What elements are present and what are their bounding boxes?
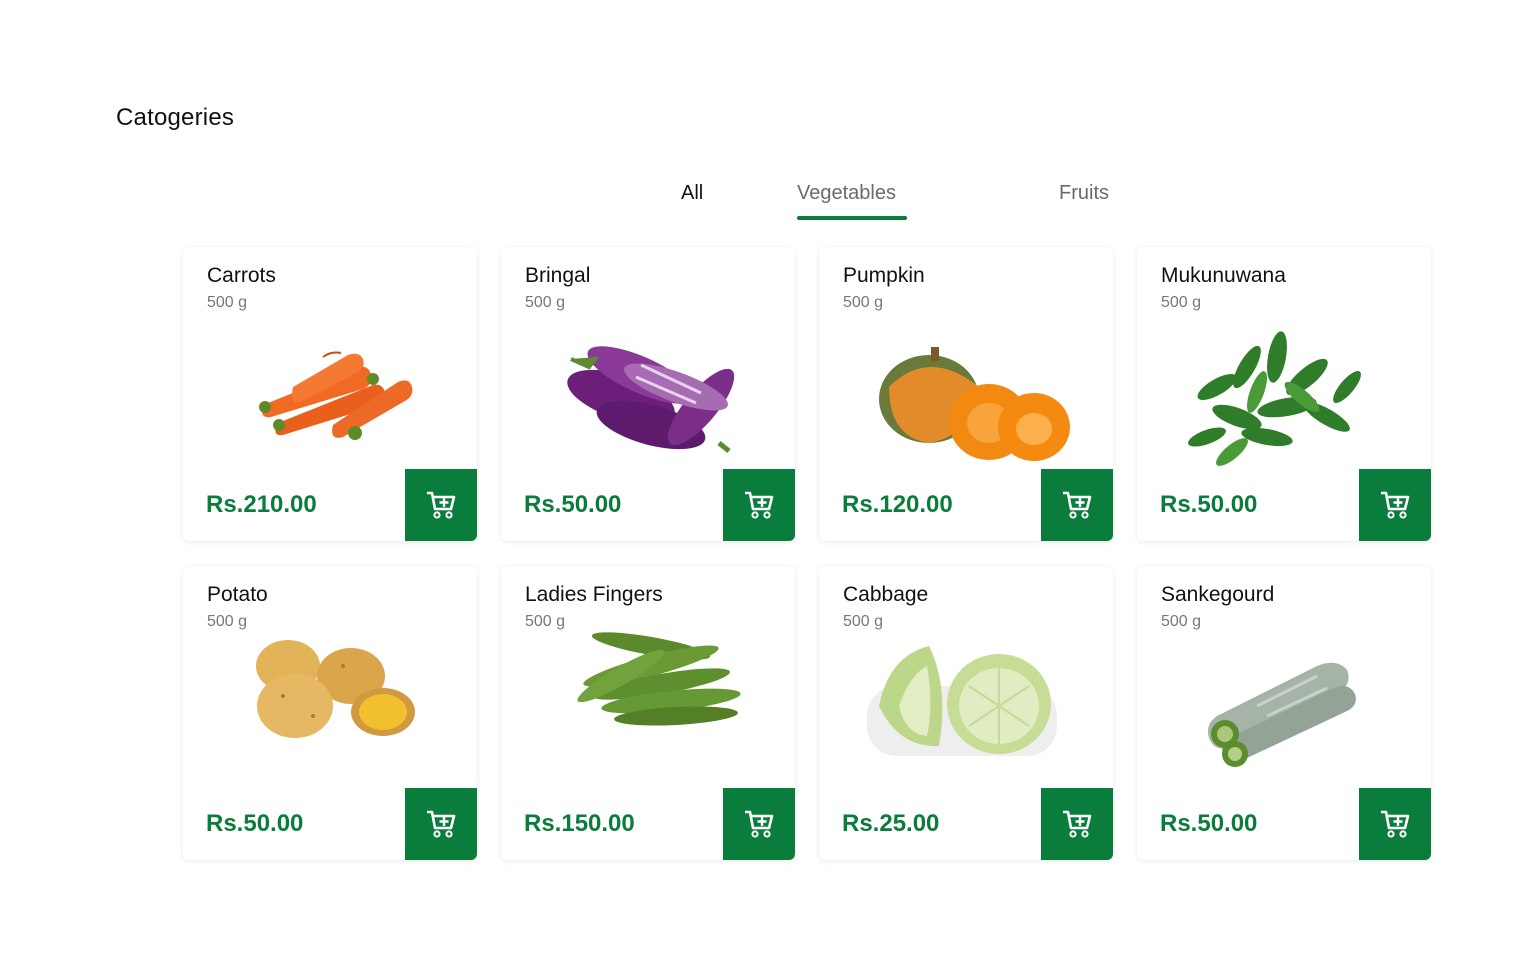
product-name: Ladies Fingers: [525, 583, 663, 606]
section-title: Catogeries: [116, 104, 235, 131]
product-weight: 500 g: [207, 613, 248, 630]
add-to-cart-button[interactable]: [723, 469, 795, 541]
product-name: Potato: [207, 583, 268, 606]
product-card-bringal[interactable]: Bringal 500 g Rs.50.00: [501, 247, 795, 541]
product-weight: 500 g: [1161, 294, 1202, 311]
cart-add-icon: [745, 491, 774, 519]
product-name: Sankegourd: [1161, 583, 1275, 606]
product-weight: 500 g: [525, 294, 566, 311]
add-to-cart-button[interactable]: [405, 469, 477, 541]
product-price: Rs.50.00: [1160, 810, 1258, 837]
product-weight: 500 g: [525, 613, 566, 630]
product-price: Rs.50.00: [1160, 491, 1258, 518]
product-price: Rs.50.00: [206, 810, 304, 837]
add-to-cart-button[interactable]: [723, 788, 795, 860]
product-price: Rs.120.00: [842, 491, 953, 518]
product-card-cabbage[interactable]: Cabbage 500 g Rs.25.00: [819, 566, 1113, 860]
tab-all[interactable]: All: [681, 182, 703, 205]
cart-add-icon: [1381, 491, 1410, 519]
product-card-sankegourd[interactable]: Sankegourd 500 g Rs.50.00: [1137, 566, 1431, 860]
cart-add-icon: [745, 810, 774, 838]
product-card-potato[interactable]: Potato 500 g Rs.50.00: [183, 566, 477, 860]
cart-add-icon: [427, 491, 456, 519]
product-card-mukunuwana[interactable]: Mukunuwana 500 g Rs.50.00: [1137, 247, 1431, 541]
product-card-pumpkin[interactable]: Pumpkin 500 g Rs.120.00: [819, 247, 1113, 541]
product-name: Bringal: [525, 264, 591, 287]
product-price: Rs.25.00: [842, 810, 940, 837]
cart-add-icon: [1063, 491, 1092, 519]
product-name: Mukunuwana: [1161, 264, 1286, 287]
product-name: Pumpkin: [843, 264, 925, 287]
product-name: Carrots: [207, 264, 276, 287]
product-price: Rs.150.00: [524, 810, 635, 837]
tab-vegetables[interactable]: Vegetables: [797, 182, 896, 205]
product-weight: 500 g: [1161, 613, 1202, 630]
tab-fruits[interactable]: Fruits: [1059, 182, 1109, 205]
add-to-cart-button[interactable]: [1041, 788, 1113, 860]
cart-add-icon: [1063, 810, 1092, 838]
add-to-cart-button[interactable]: [1359, 469, 1431, 541]
product-card-carrots[interactable]: Carrots 500 g Rs.210.00: [183, 247, 477, 541]
add-to-cart-button[interactable]: [1359, 788, 1431, 860]
product-name: Cabbage: [843, 583, 929, 606]
product-weight: 500 g: [207, 294, 248, 311]
product-weight: 500 g: [843, 613, 884, 630]
product-price: Rs.210.00: [206, 491, 317, 518]
cart-add-icon: [427, 810, 456, 838]
active-tab-indicator: [797, 216, 907, 220]
category-tabs: All Vegetables Fruits: [0, 182, 1539, 222]
product-weight: 500 g: [843, 294, 884, 311]
add-to-cart-button[interactable]: [1041, 469, 1113, 541]
add-to-cart-button[interactable]: [405, 788, 477, 860]
product-price: Rs.50.00: [524, 491, 622, 518]
cart-add-icon: [1381, 810, 1410, 838]
product-card-ladies-fingers[interactable]: Ladies Fingers 500 g Rs.150.00: [501, 566, 795, 860]
